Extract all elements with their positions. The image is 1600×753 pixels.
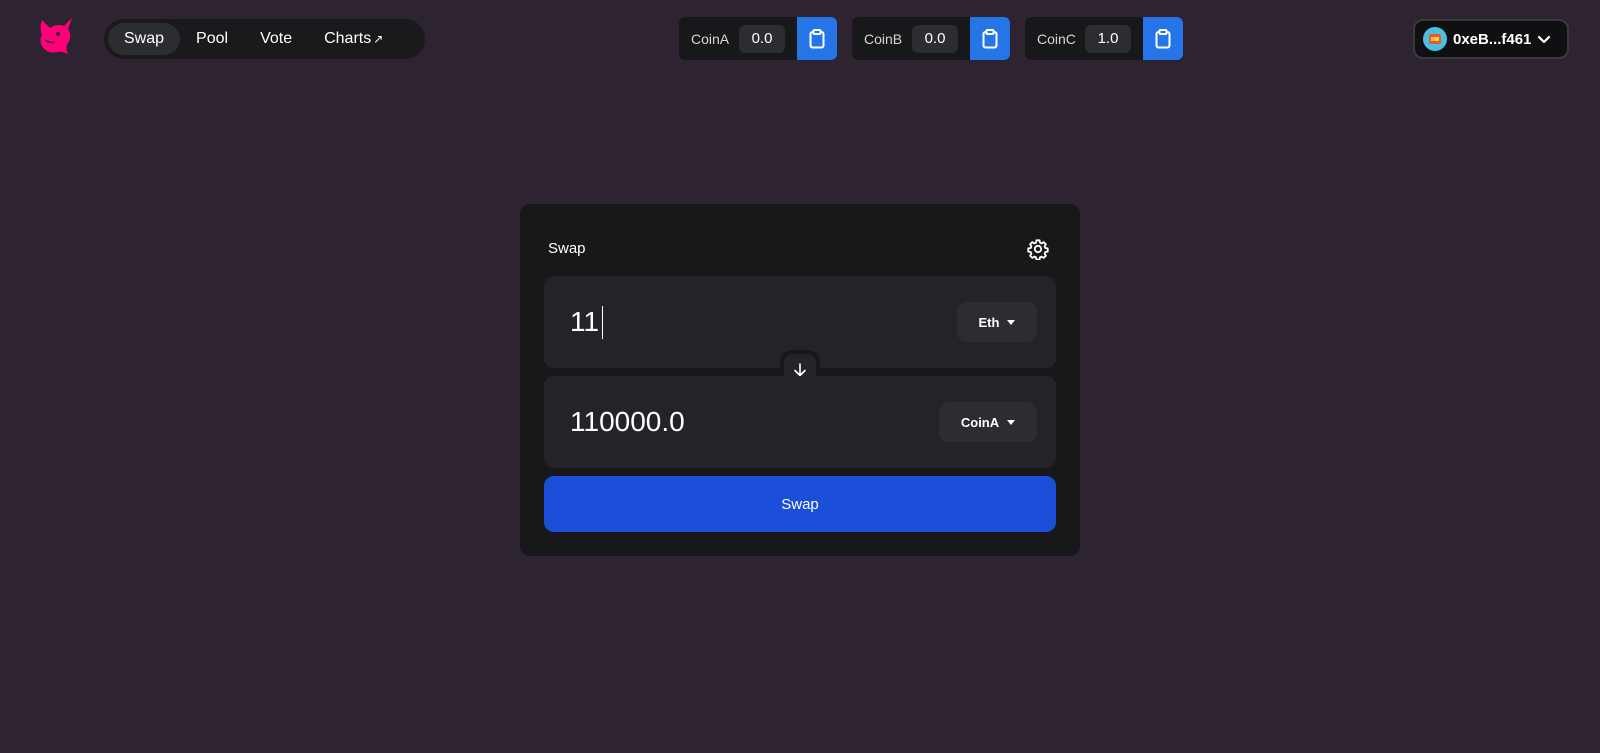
nav-item-label: Pool [196, 30, 229, 47]
from-token-select[interactable]: Eth [957, 302, 1037, 342]
main-nav: Swap Pool Vote Charts ↗ [104, 19, 425, 59]
wallet-address: 0xeB...f461 [1453, 30, 1532, 48]
balance-coinb: CoinB 0.0 [852, 17, 1010, 60]
nav-item-label: Charts [324, 30, 372, 47]
coin-label: CoinA [691, 30, 730, 47]
balance-coinc: CoinC 1.0 [1025, 17, 1183, 60]
text-cursor [602, 306, 603, 339]
copy-address-button[interactable] [797, 17, 837, 60]
token-symbol: CoinA [960, 414, 1000, 430]
nav-item-label: Swap [124, 30, 165, 47]
caret-down-icon [1007, 319, 1016, 325]
copy-address-button[interactable] [970, 17, 1010, 60]
uniswap-logo-icon[interactable] [36, 16, 74, 56]
coin-balance-value: 1.0 [1085, 24, 1131, 53]
clipboard-icon [982, 28, 998, 48]
coin-balance-value: 0.0 [912, 24, 958, 53]
from-amount-input[interactable] [570, 276, 930, 368]
coin-label: CoinC [1037, 30, 1076, 47]
copy-address-button[interactable] [1143, 17, 1183, 60]
wallet-button[interactable]: 0xeB...f461 [1413, 19, 1569, 59]
swap-button[interactable]: Swap [544, 476, 1056, 532]
clipboard-icon [809, 28, 825, 48]
chevron-down-icon [1538, 35, 1551, 44]
nav-item-pool[interactable]: Pool [180, 23, 244, 55]
nav-item-vote[interactable]: Vote [244, 23, 308, 55]
token-symbol: Eth [978, 314, 1000, 330]
top-bar: Swap Pool Vote Charts ↗ CoinA 0.0 CoinB … [0, 0, 1600, 80]
settings-button[interactable] [1027, 238, 1049, 261]
nav-item-label: Vote [260, 30, 293, 47]
swap-card: Swap Eth CoinA Swap [520, 204, 1080, 556]
swap-to-panel: CoinA [544, 376, 1056, 468]
nav-item-charts[interactable]: Charts ↗ [308, 23, 399, 55]
external-link-icon: ↗ [373, 32, 384, 46]
to-amount-output[interactable] [570, 376, 930, 468]
card-title: Swap [548, 240, 586, 257]
caret-down-icon [1007, 419, 1016, 425]
coin-balance-value: 0.0 [739, 24, 785, 53]
coin-label: CoinB [864, 30, 903, 47]
clipboard-icon [1155, 28, 1171, 48]
gear-icon [1027, 239, 1049, 261]
balance-coina: CoinA 0.0 [679, 17, 837, 60]
avatar [1423, 27, 1447, 51]
nav-item-swap[interactable]: Swap [108, 23, 181, 55]
to-token-select[interactable]: CoinA [939, 402, 1037, 442]
